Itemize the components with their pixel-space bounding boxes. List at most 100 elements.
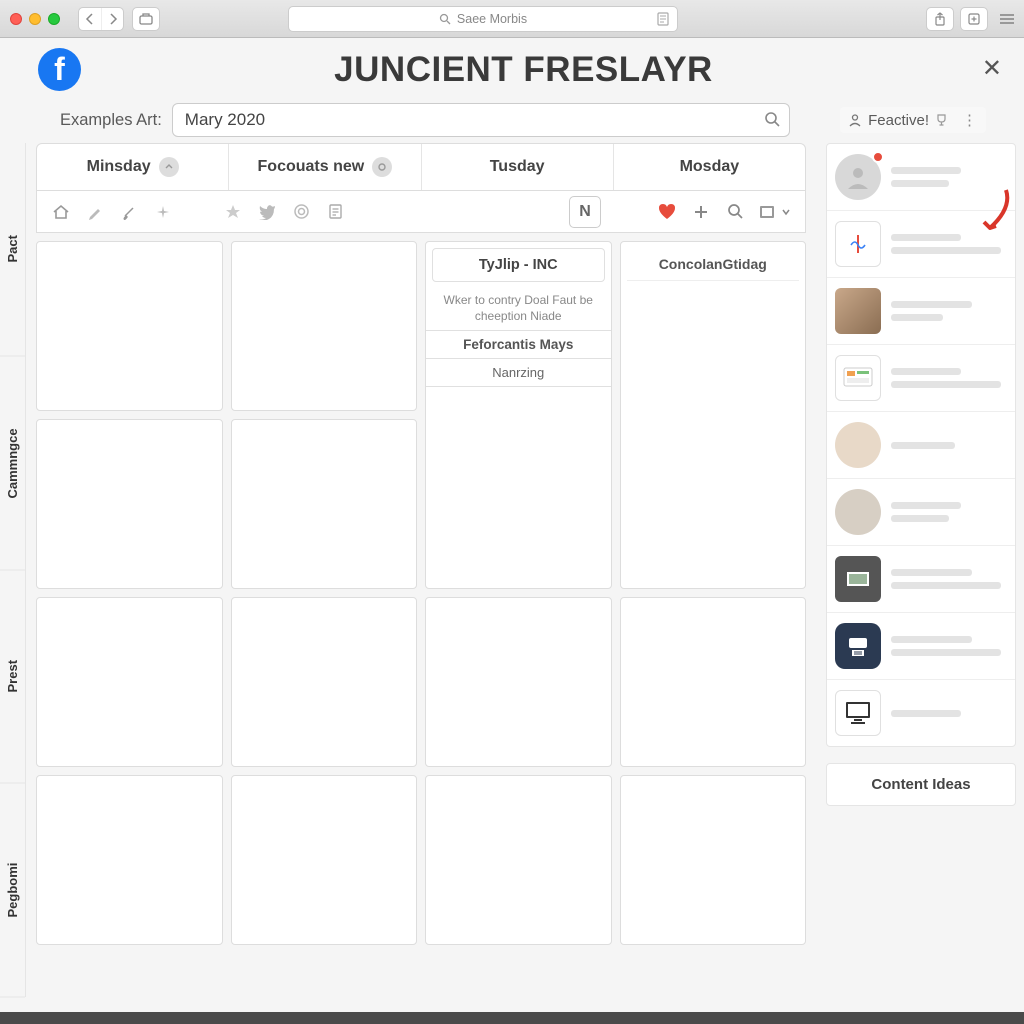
calendar-cell[interactable] (231, 419, 418, 589)
app-window: f JUNCIENT FRESLAYR ✕ Examples Art: Feac… (0, 38, 1024, 1012)
reader-icon[interactable] (657, 12, 669, 26)
calendar-cell[interactable] (231, 775, 418, 945)
forward-button[interactable] (101, 8, 123, 30)
new-tab-button[interactable] (960, 7, 988, 31)
tab-label: Focouats new (258, 158, 365, 176)
sparkle-icon[interactable] (149, 198, 177, 226)
pencil-icon[interactable] (81, 198, 109, 226)
target-icon[interactable] (287, 198, 315, 226)
magnify-icon[interactable] (721, 198, 749, 226)
cell-description: Wker to contry Doal Faut be cheeption Ni… (426, 286, 611, 330)
thumbnail-monitor-icon (835, 690, 881, 736)
tab-minsday[interactable]: Minsday (37, 144, 229, 190)
suggestion-item[interactable] (827, 546, 1015, 613)
calendar-cell-tyjlip[interactable]: TyJlip - INC Wker to contry Doal Faut be… (425, 241, 612, 589)
close-icon[interactable]: ✕ (982, 54, 1002, 83)
calendar-cell[interactable] (425, 597, 612, 767)
feactive-label: Feactive! (868, 112, 929, 129)
trophy-icon (935, 113, 948, 127)
annotation-arrow-icon (974, 186, 1014, 236)
avatar (835, 154, 881, 200)
person-icon (848, 113, 862, 127)
tab-label: Minsday (87, 158, 151, 176)
kebab-icon[interactable]: ⋮ (962, 111, 978, 129)
plus-icon[interactable] (687, 198, 715, 226)
tool-group-left (47, 198, 177, 226)
content-ideas-label: Content Ideas (871, 776, 970, 793)
rail-item-cammngce[interactable]: Cammngce (0, 357, 25, 571)
feactive-chip[interactable]: Feactive! ⋮ (840, 107, 986, 133)
tabs-button[interactable] (132, 7, 160, 31)
toolbar: N (36, 191, 806, 233)
content-ideas-button[interactable]: Content Ideas (826, 763, 1016, 806)
address-bar[interactable]: Saee Morbis (288, 6, 678, 32)
search-label: Examples Art: (60, 111, 162, 130)
tab-label: Mosday (680, 158, 740, 176)
calendar-cell[interactable] (231, 597, 418, 767)
minimize-window-icon[interactable] (29, 13, 41, 25)
tool-group-right (653, 198, 795, 226)
back-button[interactable] (79, 8, 101, 30)
cell-subtitle: Feforcantis Mays (426, 330, 611, 359)
search-input[interactable] (172, 103, 790, 137)
tab-badge-icon (372, 157, 392, 177)
cell-title: ConcolanGtidag (627, 248, 800, 281)
left-rail: Pact Cammngce Prest Pegbomi (0, 143, 26, 997)
tab-tusday[interactable]: Tusday (422, 144, 614, 190)
suggestion-item[interactable] (827, 278, 1015, 345)
calendar-cell[interactable] (231, 241, 418, 411)
suggestion-item[interactable] (827, 345, 1015, 412)
rail-item-pact[interactable]: Pact (0, 143, 25, 357)
menu-icon[interactable] (1000, 14, 1014, 24)
star-icon[interactable] (219, 198, 247, 226)
app-header: f JUNCIENT FRESLAYR ✕ (0, 38, 1024, 97)
brush-icon[interactable] (115, 198, 143, 226)
heart-icon[interactable] (653, 198, 681, 226)
tool-group-social (219, 198, 349, 226)
thumbnail-dashboard-icon (835, 355, 881, 401)
app-title: JUNCIENT FRESLAYR (41, 50, 1006, 90)
day-tabs: Minsday Focouats new Tusday Mosday (36, 143, 806, 191)
address-text: Saee Morbis (457, 12, 527, 26)
thumbnail-print-icon (835, 623, 881, 669)
rail-item-pegbomi[interactable]: Pegbomi (0, 784, 25, 998)
calendar-cell[interactable] (620, 775, 807, 945)
cell-title: TyJlip - INC (432, 248, 605, 282)
tab-mosday[interactable]: Mosday (614, 144, 805, 190)
twitter-icon[interactable] (253, 198, 281, 226)
browser-chrome: Saee Morbis (0, 0, 1024, 38)
calendar-cell[interactable] (36, 597, 223, 767)
cell-tag: Nanrzing (426, 359, 611, 387)
layout-icon[interactable] (755, 198, 795, 226)
tab-focouats[interactable]: Focouats new (229, 144, 421, 190)
calendar-cell[interactable] (36, 241, 223, 411)
main-row: Pact Cammngce Prest Pegbomi Minsday Foco… (0, 143, 1024, 997)
thumbnail-photo-icon (835, 556, 881, 602)
calendar-cell[interactable] (425, 775, 612, 945)
close-window-icon[interactable] (10, 13, 22, 25)
nav-buttons (78, 7, 124, 31)
tab-label: Tusday (490, 158, 545, 176)
calendar-cell[interactable] (620, 597, 807, 767)
suggestion-item[interactable] (827, 479, 1015, 546)
document-icon[interactable] (321, 198, 349, 226)
maximize-window-icon[interactable] (48, 13, 60, 25)
share-button[interactable] (926, 7, 954, 31)
search-field-wrap (172, 103, 790, 137)
center-panel: Minsday Focouats new Tusday Mosday (26, 143, 818, 997)
suggestion-item[interactable] (827, 613, 1015, 680)
suggestion-item[interactable] (827, 412, 1015, 479)
calendar-cell[interactable] (36, 775, 223, 945)
suggestion-item[interactable] (827, 680, 1015, 746)
calendar-cell[interactable] (36, 419, 223, 589)
calendar-cell-concolan[interactable]: ConcolanGtidag (620, 241, 807, 589)
browser-right-controls (926, 7, 988, 31)
home-icon[interactable] (47, 198, 75, 226)
calendar-grid: TyJlip - INC Wker to contry Doal Faut be… (36, 241, 806, 997)
notification-badge-icon (872, 151, 884, 163)
n-button[interactable]: N (569, 196, 601, 228)
search-icon[interactable] (764, 111, 780, 127)
window-controls (10, 13, 60, 25)
rail-item-prest[interactable]: Prest (0, 570, 25, 784)
right-sidebar: Content Ideas (818, 143, 1024, 997)
